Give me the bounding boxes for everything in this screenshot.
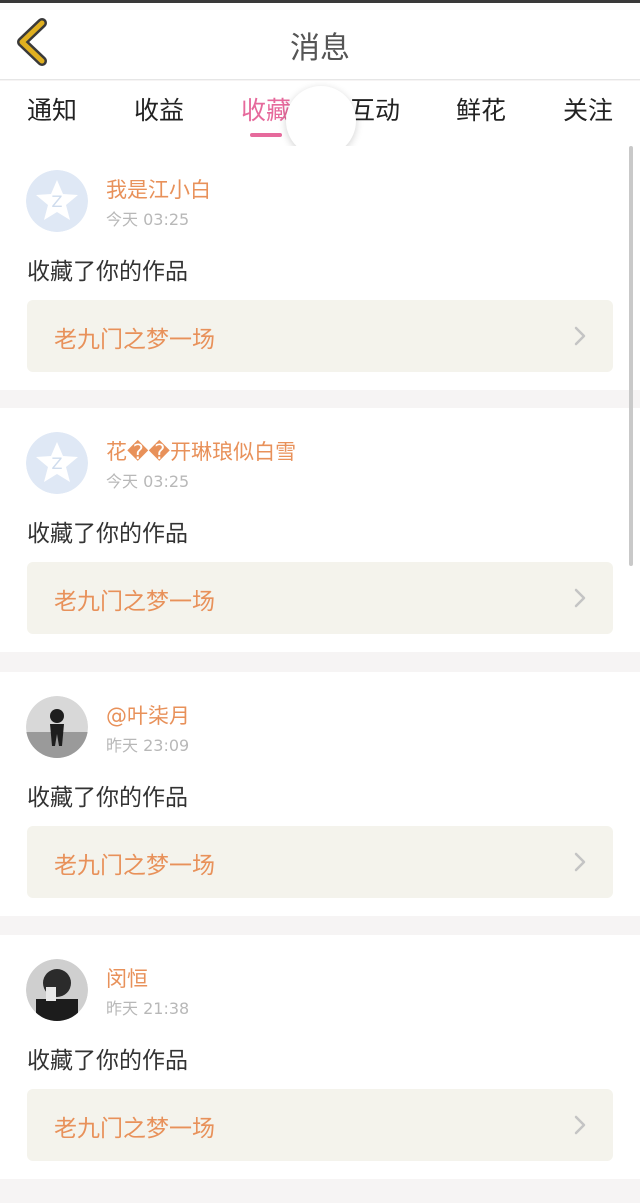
- avatar[interactable]: Z: [26, 170, 88, 232]
- page-title: 消息: [290, 31, 350, 66]
- chevron-right-icon: [574, 1115, 586, 1135]
- work-link[interactable]: 老九门之梦一场: [27, 562, 613, 634]
- list-item[interactable]: Z 花��开琳琅似白雪 今天 03:25 收藏了你的作品 老九门之梦一场: [0, 408, 640, 652]
- username[interactable]: 花��开琳琅似白雪: [106, 436, 296, 466]
- work-title: 老九门之梦一场: [54, 327, 215, 353]
- work-link[interactable]: 老九门之梦一场: [27, 826, 613, 898]
- timestamp: 昨天 23:09: [106, 736, 190, 755]
- photo-avatar-icon: [26, 959, 88, 1021]
- work-link[interactable]: 老九门之梦一场: [27, 300, 613, 372]
- timestamp: 昨天 21:38: [106, 999, 190, 1018]
- action-text: 收藏了你的作品: [27, 1048, 188, 1074]
- username[interactable]: @叶柒月: [106, 700, 190, 730]
- tab-earnings[interactable]: 收益: [119, 91, 199, 127]
- list-item[interactable]: 闵恒 昨天 21:38 收藏了你的作品 老九门之梦一场: [0, 935, 640, 1179]
- action-text: 收藏了你的作品: [27, 785, 188, 811]
- avatar[interactable]: [26, 959, 88, 1021]
- scrollbar[interactable]: [629, 146, 633, 566]
- work-title: 老九门之梦一场: [54, 1116, 215, 1142]
- default-avatar-icon: Z: [26, 170, 88, 232]
- work-title: 老九门之梦一场: [54, 853, 215, 879]
- work-title: 老九门之梦一场: [54, 589, 215, 615]
- avatar[interactable]: Z: [26, 432, 88, 494]
- action-text: 收藏了你的作品: [27, 259, 188, 285]
- username[interactable]: 我是江小白: [106, 174, 211, 204]
- chevron-right-icon: [574, 588, 586, 608]
- svg-text:Z: Z: [52, 454, 63, 473]
- avatar[interactable]: [26, 696, 88, 758]
- tab-notice[interactable]: 通知: [12, 91, 92, 127]
- tab-follow[interactable]: 关注: [548, 91, 628, 127]
- default-avatar-icon: Z: [26, 432, 88, 494]
- action-text: 收藏了你的作品: [27, 521, 188, 547]
- tab-flowers[interactable]: 鲜花: [441, 91, 521, 127]
- username[interactable]: 闵恒: [106, 963, 148, 993]
- header-bar: 消息: [0, 3, 640, 80]
- list-item[interactable]: Z 我是江小白 今天 03:25 收藏了你的作品 老九门之梦一场: [0, 146, 640, 390]
- timestamp: 今天 03:25: [106, 472, 190, 491]
- photo-avatar-icon: [26, 696, 88, 758]
- work-link[interactable]: 老九门之梦一场: [27, 1089, 613, 1161]
- chevron-right-icon: [574, 326, 586, 346]
- svg-text:Z: Z: [52, 192, 63, 211]
- active-tab-indicator: [250, 133, 282, 137]
- list-item[interactable]: @叶柒月 昨天 23:09 收藏了你的作品 老九门之梦一场: [0, 672, 640, 916]
- timestamp: 今天 03:25: [106, 210, 190, 229]
- chevron-right-icon: [574, 852, 586, 872]
